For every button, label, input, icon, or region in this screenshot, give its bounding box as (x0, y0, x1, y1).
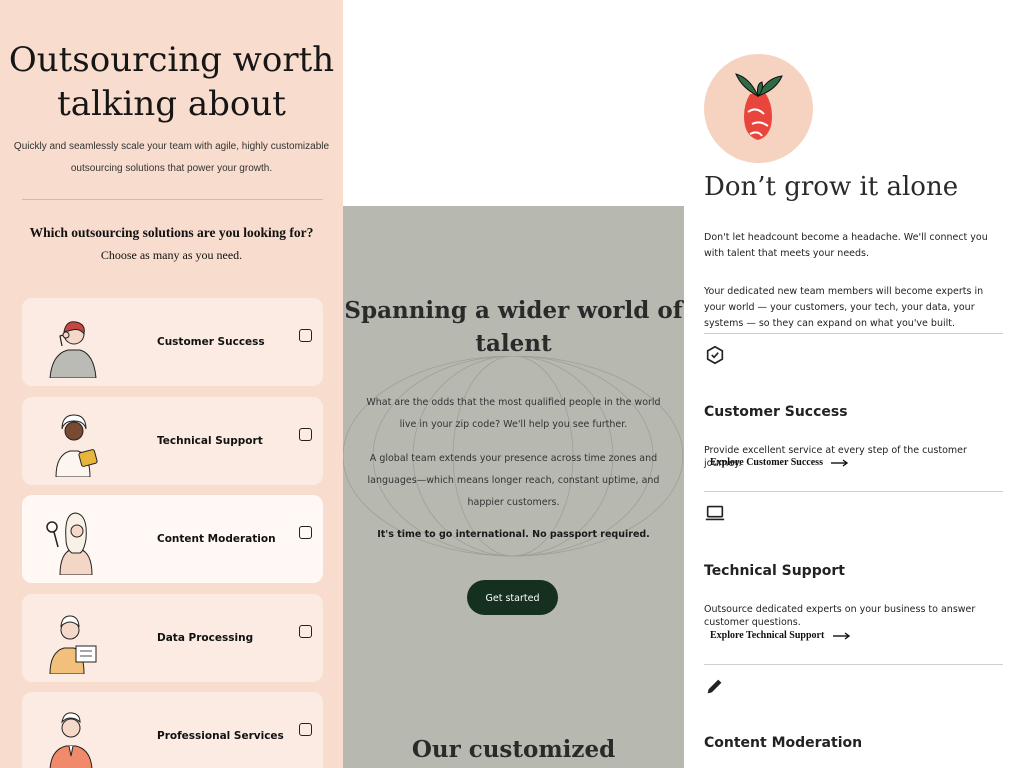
middle-panel: Spanning a wider world of talent What ar… (343, 206, 684, 768)
plant-vase-icon (704, 54, 813, 163)
service-title: Customer Success (704, 404, 848, 420)
section-title: Spanning a wider world of talent (344, 297, 683, 357)
option-card-content-moderation[interactable]: Content Moderation (22, 495, 323, 583)
service-title: Content Moderation (704, 735, 863, 751)
service-description: Outsource dedicated experts on your busi… (704, 604, 976, 628)
service-title: Technical Support (704, 563, 845, 579)
right-paragraph: Your dedicated new team members will bec… (704, 286, 984, 329)
option-card-data-processing[interactable]: Data Processing (22, 594, 323, 682)
get-started-button[interactable]: Get started (467, 580, 558, 615)
technical-support-illustration (55, 414, 98, 477)
option-card-customer-success[interactable]: Customer Success (22, 298, 323, 386)
link-label: Explore Customer Success (710, 457, 823, 468)
option-checkbox[interactable] (299, 428, 312, 441)
explore-customer-success-link[interactable]: Explore Customer Success (710, 457, 849, 468)
right-panel: Don’t grow it alone Don't let headcount … (684, 0, 1024, 768)
section-paragraph: A global team extends your presence acro… (367, 453, 660, 508)
explore-technical-support-link[interactable]: Explore Technical Support (710, 630, 851, 641)
divider (704, 664, 1003, 665)
middle-blank-area (343, 0, 684, 206)
pencil-icon (707, 679, 722, 694)
option-checkbox[interactable] (299, 526, 312, 539)
right-title: Don’t grow it alone (704, 172, 959, 202)
divider (704, 491, 1003, 492)
option-label: Customer Success (157, 336, 265, 348)
divider (704, 333, 1003, 334)
option-card-technical-support[interactable]: Technical Support (22, 397, 323, 485)
option-label: Technical Support (157, 435, 263, 447)
arrow-right-icon (832, 632, 850, 640)
option-label: Professional Services (157, 730, 284, 742)
divider (22, 199, 323, 200)
link-label: Explore Technical Support (710, 630, 825, 641)
professional-services-illustration (49, 712, 93, 768)
solutions-hint: Choose as many as you need. (100, 248, 243, 262)
content-moderation-illustration (46, 512, 93, 575)
next-section-heading: Our customized (411, 736, 616, 763)
option-label: Content Moderation (157, 533, 276, 545)
right-paragraph: Don't let headcount become a headache. W… (704, 232, 988, 259)
arrow-right-icon (831, 459, 849, 467)
option-checkbox[interactable] (299, 625, 312, 638)
option-card-professional-services[interactable]: Professional Services (22, 692, 323, 768)
data-processing-illustration (49, 615, 97, 674)
option-label: Data Processing (157, 632, 254, 644)
laptop-icon (705, 505, 725, 521)
left-panel: Outsourcing worth talking about Quickly … (0, 0, 343, 768)
customer-success-illustration (49, 321, 97, 378)
section-tagline: It's time to go international. No passpo… (377, 529, 650, 540)
section-paragraph: What are the odds that the most qualifie… (366, 397, 661, 430)
solutions-question: Which outsourcing solutions are you look… (29, 225, 314, 240)
option-checkbox[interactable] (299, 329, 312, 342)
page-title: Outsourcing worth talking about (8, 40, 335, 124)
page-subtitle: Quickly and seamlessly scale your team w… (13, 141, 330, 174)
option-checkbox[interactable] (299, 723, 312, 736)
shield-check-icon (706, 345, 724, 365)
